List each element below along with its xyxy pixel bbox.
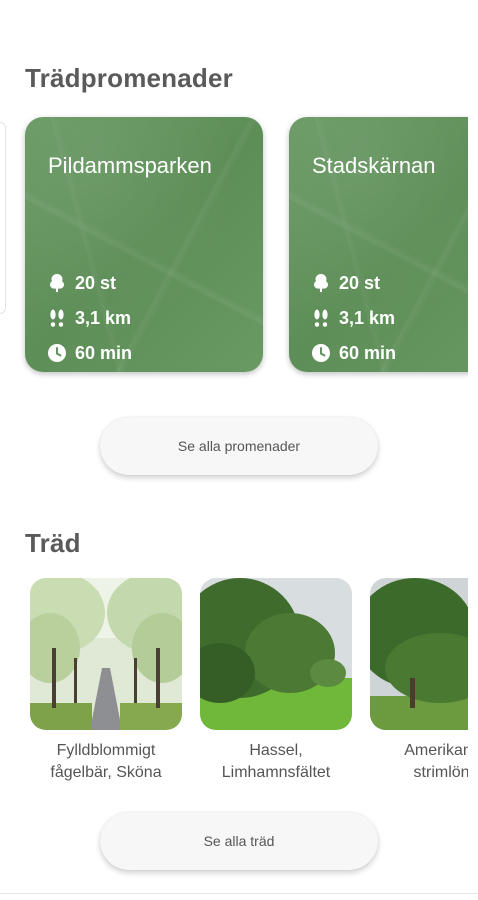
walk-card[interactable]: Stadskärnan 20 st 3,1 km 60 min (289, 117, 468, 372)
tree-icon (314, 274, 328, 292)
tree-photo[interactable] (30, 578, 182, 730)
walk-tree-count-text: 20 st (75, 272, 117, 293)
walk-duration-text: 60 min (339, 342, 397, 363)
tree-label: Amerikansk strimlönn (404, 742, 468, 781)
tree-icon (50, 274, 64, 292)
walk-tree-count: 20 st (47, 271, 116, 295)
trees-carousel[interactable]: Fylldblommigt fågelbär, Sköna Hassel, Li… (0, 575, 468, 805)
walks-section-title: Trädpromenader (25, 63, 233, 93)
walk-distance: 3,1 km (311, 306, 395, 330)
walk-duration-text: 60 min (75, 342, 133, 363)
tree-label: Fylldblommigt fågelbär, Sköna (50, 742, 162, 781)
tree-photo[interactable] (370, 578, 468, 730)
tree-card[interactable]: Hassel, Limhamnsfältet (200, 578, 352, 784)
clock-icon (48, 344, 66, 362)
walk-card[interactable]: Pildammsparken 20 st 3,1 km 60 min (25, 117, 263, 372)
see-all-walks-button[interactable]: Se alla promenader (100, 417, 378, 475)
walk-distance-text: 3,1 km (75, 307, 132, 328)
walk-duration: 60 min (47, 341, 132, 365)
tree-photo[interactable] (200, 578, 352, 730)
walk-card-title: Stadskärnan (312, 153, 436, 178)
walk-distance-text: 3,1 km (339, 307, 396, 328)
walk-distance: 3,1 km (47, 306, 131, 330)
walk-duration: 60 min (311, 341, 396, 365)
walks-carousel[interactable]: Pildammsparken 20 st 3,1 km 60 min Stads… (0, 110, 468, 385)
clock-icon (312, 344, 330, 362)
see-all-trees-button[interactable]: Se alla träd (100, 812, 378, 870)
footprints-icon (50, 309, 64, 327)
tree-card[interactable]: Fylldblommigt fågelbär, Sköna (30, 578, 182, 784)
walk-tree-count-text: 20 st (339, 272, 381, 293)
footprints-icon (314, 309, 328, 327)
walk-tree-count: 20 st (311, 271, 380, 295)
walk-card-title: Pildammsparken (48, 153, 212, 178)
tree-card[interactable]: Amerikansk strimlönn (370, 578, 468, 784)
divider (0, 893, 478, 894)
tree-label: Hassel, Limhamnsfältet (221, 742, 331, 781)
trees-section-title: Träd (25, 528, 81, 558)
